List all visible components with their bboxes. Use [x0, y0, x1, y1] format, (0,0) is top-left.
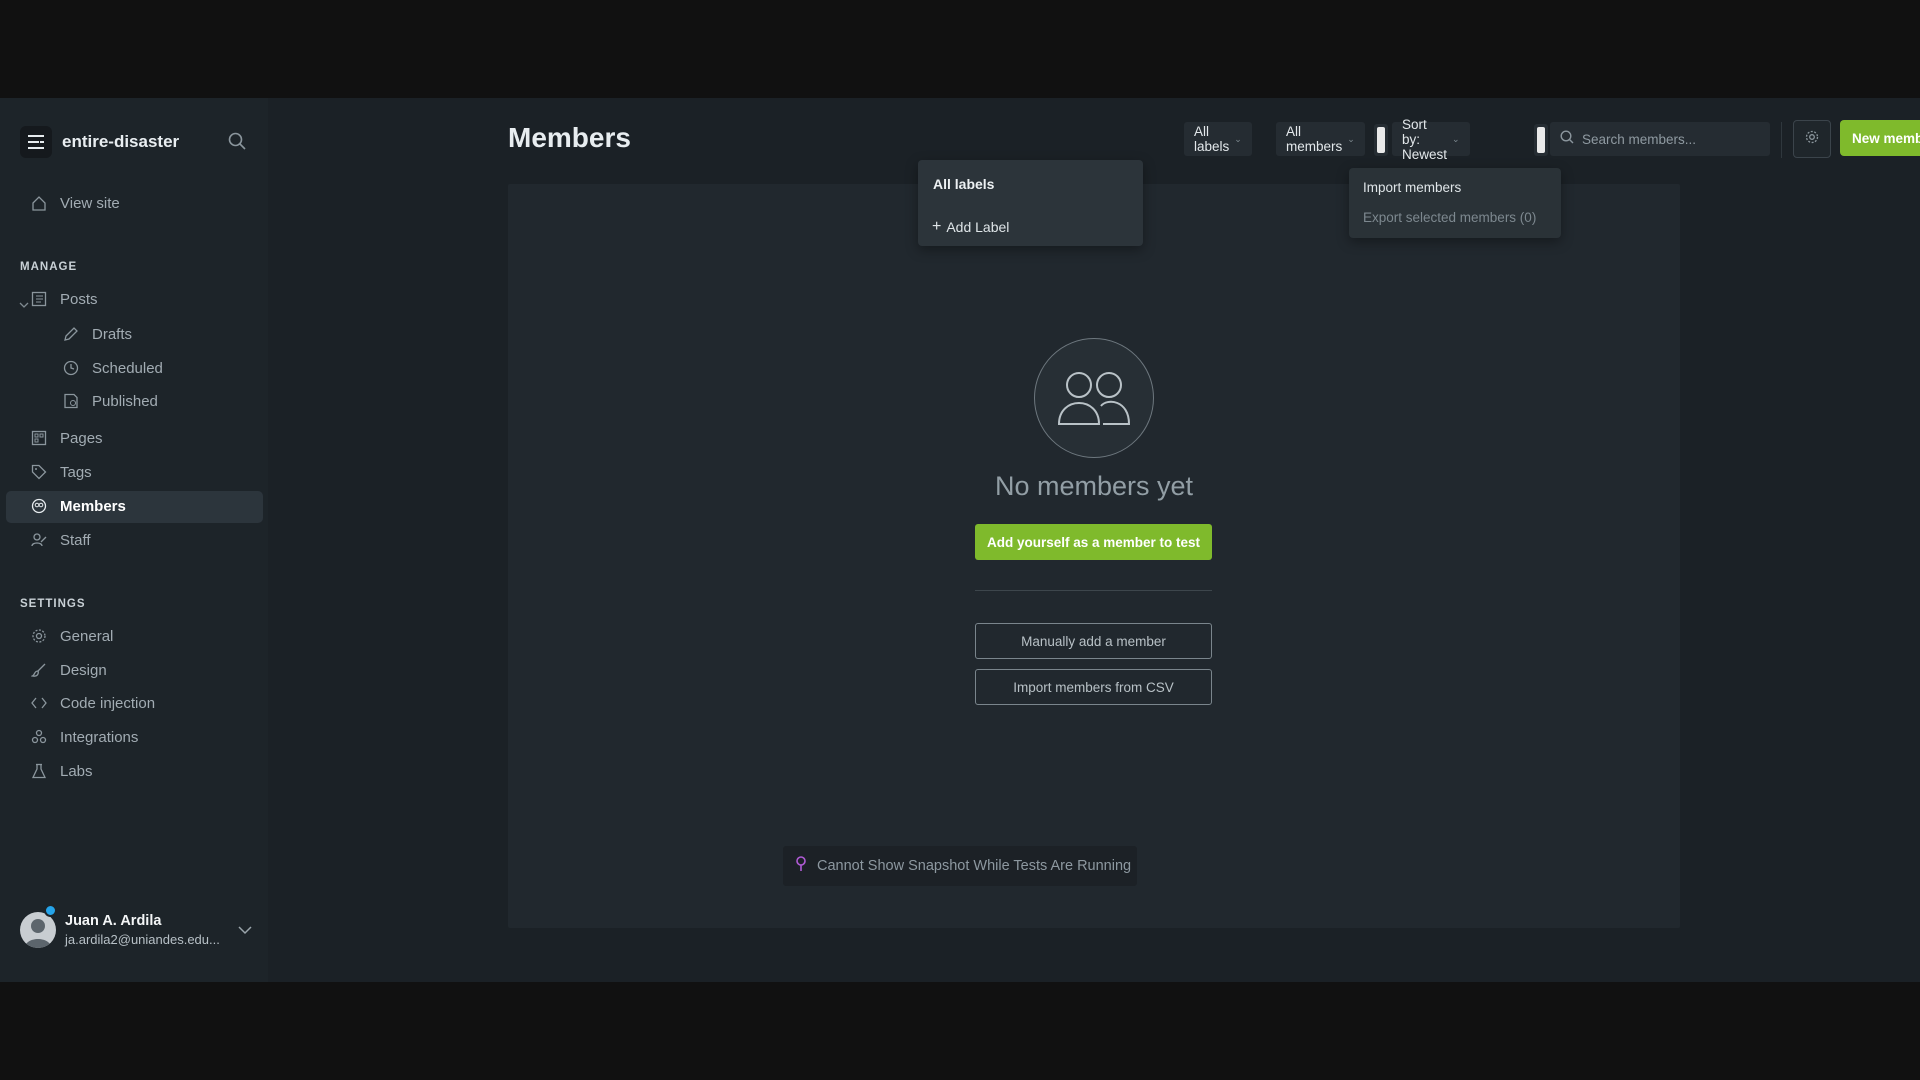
nav-code-injection[interactable]: Code injection [30, 688, 155, 718]
nav-general-label: General [60, 627, 114, 645]
nav-pages[interactable]: Pages [30, 423, 103, 453]
tag-icon [30, 463, 48, 481]
avatar [20, 912, 56, 948]
nav-published[interactable]: Published [62, 386, 158, 416]
labels-filter-button[interactable]: All labels ⌄ [1184, 122, 1252, 156]
nav-labs[interactable]: Labs [30, 756, 93, 786]
site-name: entire-disaster [62, 132, 180, 151]
members-empty-icon [1034, 338, 1154, 458]
chevron-down-icon[interactable] [19, 296, 29, 314]
app-window: entire-disaster View site MANAGE Posts D… [0, 98, 1920, 982]
sort-label: Sort by: Newest [1402, 116, 1448, 162]
site-logo-icon [20, 126, 52, 158]
letterbox-bottom [0, 982, 1920, 1080]
chevron-down-icon[interactable] [238, 922, 252, 940]
labels-filter-label: All labels [1194, 124, 1230, 154]
members-actions-dropdown: Import members Export selected members (… [1349, 168, 1561, 238]
chevron-down-icon: ⌄ [1452, 133, 1460, 144]
nav-staff-label: Staff [60, 531, 91, 549]
user-menu[interactable]: Juan A. Ardila ja.ardila2@uniandes.edu..… [20, 904, 252, 952]
empty-state-divider [975, 590, 1212, 591]
empty-state-title: No members yet [994, 471, 1194, 501]
nav-design[interactable]: Design [30, 655, 107, 685]
nav-drafts[interactable]: Drafts [62, 319, 132, 349]
user-name: Juan A. Ardila [65, 913, 162, 929]
sort-separator-handle [1534, 124, 1548, 156]
brush-icon [30, 661, 48, 679]
settings-section-label: SETTINGS [20, 598, 86, 610]
nav-tags-label: Tags [60, 463, 92, 481]
add-label-button[interactable]: + Add Label [932, 218, 1009, 236]
nav-view-site[interactable]: View site [30, 188, 120, 218]
nav-staff[interactable]: Staff [30, 525, 91, 555]
user-email: ja.ardila2@uniandes.edu... [65, 932, 220, 947]
user-info: Juan A. Ardila ja.ardila2@uniandes.edu..… [65, 913, 220, 947]
export-members-item[interactable]: Export selected members (0) [1363, 210, 1536, 225]
nav-general[interactable]: General [30, 621, 113, 651]
staff-icon [30, 531, 48, 549]
filter-separator-handle [1374, 124, 1388, 156]
manage-section-label: MANAGE [20, 261, 78, 273]
nav-pages-label: Pages [60, 429, 103, 447]
posts-icon [30, 290, 48, 308]
chevron-down-icon: ⌄ [1234, 133, 1242, 144]
nav-labs-label: Labs [60, 762, 93, 780]
gear-icon [30, 627, 48, 645]
site-brand[interactable]: entire-disaster [20, 126, 248, 158]
nav-members-label: Members [60, 497, 126, 515]
nav-scheduled-label: Scheduled [92, 359, 163, 377]
labels-dropdown-all[interactable]: All labels [933, 176, 994, 192]
gear-icon [1804, 129, 1820, 150]
code-icon [30, 694, 48, 712]
pages-icon [30, 429, 48, 447]
toolbar-divider [1781, 122, 1782, 158]
nav-code-injection-label: Code injection [60, 694, 156, 712]
flask-icon [30, 762, 48, 780]
nav-posts-label: Posts [60, 290, 98, 308]
add-yourself-button[interactable]: Add yourself as a member to test [975, 524, 1212, 560]
nav-tags[interactable]: Tags [30, 457, 92, 487]
new-member-button[interactable]: New member [1840, 120, 1920, 156]
nav-design-label: Design [60, 661, 107, 679]
snapshot-notice-text: Cannot Show Snapshot While Tests Are Run… [817, 858, 1132, 874]
members-filter-label: All members [1286, 124, 1343, 154]
status-dot [44, 904, 57, 917]
main-content: Members All labels ⌄ All members ⌄ Sort … [268, 98, 1920, 982]
search-input[interactable] [1582, 131, 1762, 147]
add-label-text: Add Label [946, 219, 1010, 235]
search-icon[interactable] [228, 132, 248, 152]
nav-posts[interactable]: Posts [30, 284, 98, 314]
snapshot-notice: Cannot Show Snapshot While Tests Are Run… [783, 846, 1137, 886]
nav-scheduled[interactable]: Scheduled [62, 353, 163, 383]
nav-view-site-label: View site [60, 194, 120, 212]
nav-published-label: Published [92, 392, 158, 410]
search-icon [1560, 129, 1574, 149]
import-csv-button[interactable]: Import members from CSV [975, 669, 1212, 705]
plus-icon: + [932, 218, 942, 235]
search-field[interactable] [1550, 122, 1770, 156]
published-icon [62, 392, 80, 410]
import-members-item[interactable]: Import members [1363, 180, 1461, 195]
page-title: Members [508, 122, 631, 153]
labels-dropdown: All labels + Add Label [918, 160, 1143, 246]
nav-integrations[interactable]: Integrations [30, 722, 138, 752]
members-list-panel: No members yet Add yourself as a member … [508, 184, 1680, 928]
letterbox-top [0, 0, 1920, 98]
pencil-icon [62, 325, 80, 343]
pin-icon [795, 856, 807, 876]
nav-members[interactable]: Members [30, 491, 126, 521]
home-icon [30, 194, 48, 212]
members-actions-button[interactable] [1793, 120, 1831, 158]
nav-drafts-label: Drafts [92, 325, 133, 343]
members-icon [30, 497, 48, 515]
nav-integrations-label: Integrations [60, 728, 139, 746]
members-filter-button[interactable]: All members ⌄ [1276, 122, 1365, 156]
manual-add-member-button[interactable]: Manually add a member [975, 623, 1212, 659]
chevron-down-icon: ⌄ [1347, 133, 1355, 144]
sidebar: entire-disaster View site MANAGE Posts D… [0, 98, 268, 982]
sort-button[interactable]: Sort by: Newest ⌄ [1392, 117, 1470, 162]
integrations-icon [30, 728, 48, 746]
clock-icon [62, 359, 80, 377]
